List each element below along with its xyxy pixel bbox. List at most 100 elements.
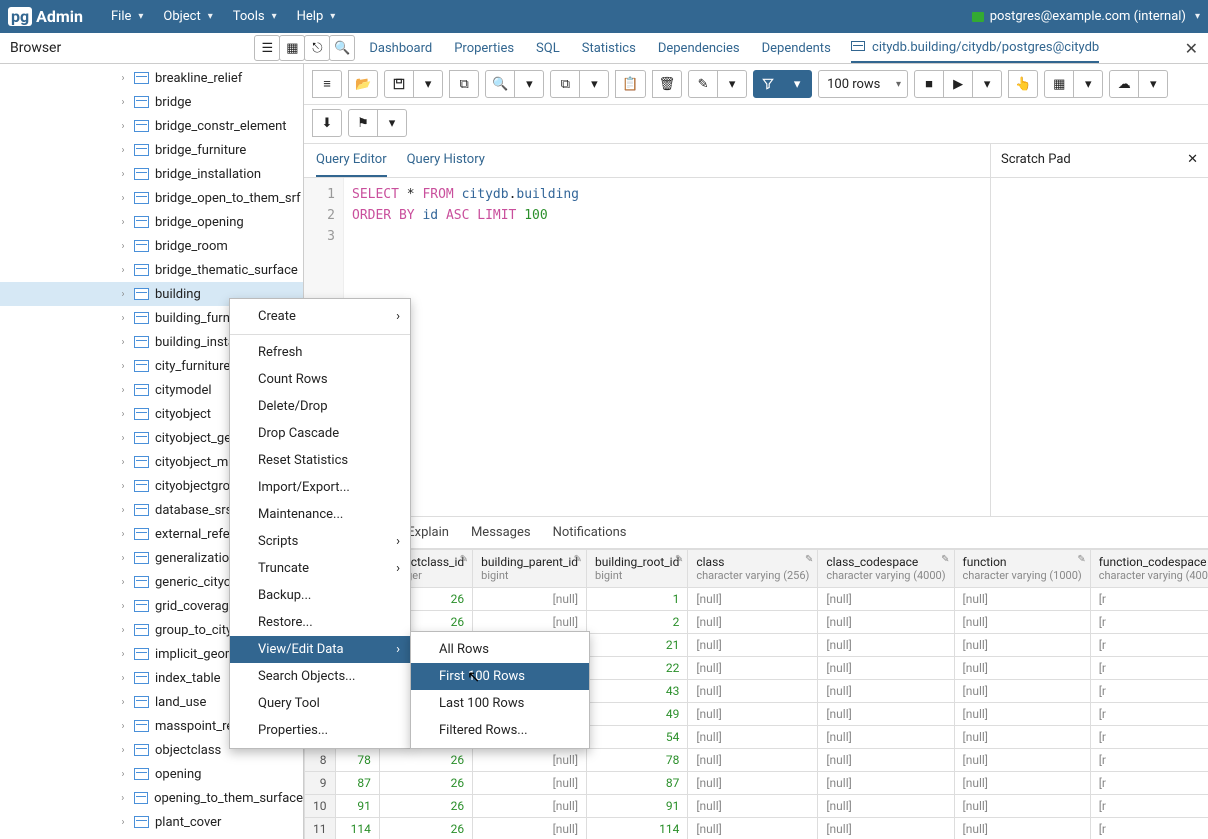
btn-save[interactable] bbox=[384, 70, 414, 98]
tab-close[interactable]: ✕ bbox=[1175, 39, 1208, 58]
tab-properties[interactable]: Properties bbox=[454, 35, 514, 62]
ctx-delete[interactable]: Delete/Drop bbox=[230, 393, 410, 420]
btn-explain[interactable]: ▦ bbox=[1044, 70, 1074, 98]
table-icon bbox=[134, 312, 149, 324]
browser-tool-search[interactable]: 🔍 bbox=[329, 35, 355, 61]
browser-tool-sql[interactable]: ⎋ bbox=[304, 35, 330, 61]
btn-find-dd[interactable]: ▾ bbox=[514, 70, 544, 98]
col-function[interactable]: function✎character varying (1000) bbox=[954, 550, 1090, 588]
btn-run[interactable]: ▶ bbox=[943, 70, 973, 98]
ctx-import[interactable]: Import/Export... bbox=[230, 474, 410, 501]
ctx-refresh[interactable]: Refresh bbox=[230, 339, 410, 366]
btn-notify-dd[interactable]: ▾ bbox=[1138, 70, 1168, 98]
browser-tools: ☰ ▦ ⎋ 🔍 bbox=[255, 35, 355, 61]
menu-file[interactable]: File bbox=[101, 3, 153, 30]
tab-statistics[interactable]: Statistics bbox=[582, 35, 636, 62]
btn-save-dd[interactable]: ▾ bbox=[413, 70, 443, 98]
ctx-restore[interactable]: Restore... bbox=[230, 609, 410, 636]
table-row[interactable]: 1126[null]1[null][null][null][r bbox=[305, 588, 1208, 611]
tab-dashboard[interactable]: Dashboard bbox=[369, 35, 432, 62]
rtab-explain[interactable]: Explain bbox=[407, 517, 449, 548]
btn-edit[interactable]: ✎ bbox=[688, 70, 718, 98]
sub-filtered[interactable]: Filtered Rows... bbox=[411, 717, 589, 744]
btn-macros-dd[interactable]: ▾ bbox=[377, 109, 407, 137]
tree-node-bridge_opening[interactable]: ›bridge_opening bbox=[0, 210, 303, 234]
ctx-scripts[interactable]: Scripts bbox=[230, 528, 410, 555]
tree-node-breakline_relief[interactable]: ›breakline_relief bbox=[0, 66, 303, 90]
btn-paste[interactable]: 📋 bbox=[615, 70, 645, 98]
sub-last-100[interactable]: Last 100 Rows bbox=[411, 690, 589, 717]
btn-edit-dd[interactable]: ▾ bbox=[717, 70, 747, 98]
tree-node-bridge_constr_element[interactable]: ›bridge_constr_element bbox=[0, 114, 303, 138]
tab-dependencies[interactable]: Dependencies bbox=[658, 35, 740, 62]
user-menu[interactable]: postgres@example.com (internal) bbox=[972, 9, 1200, 24]
ctx-create[interactable]: Create bbox=[230, 303, 410, 330]
btn-open[interactable]: 📂 bbox=[348, 70, 378, 98]
tree-node-bridge[interactable]: ›bridge bbox=[0, 90, 303, 114]
btn-commit[interactable]: 👆 bbox=[1008, 70, 1038, 98]
tree-node-bridge_open_to_them_srf[interactable]: ›bridge_open_to_them_srf bbox=[0, 186, 303, 210]
col-building_root_id[interactable]: building_root_id✎bigint bbox=[587, 550, 688, 588]
ctx-reset[interactable]: Reset Statistics bbox=[230, 447, 410, 474]
btn-copy[interactable]: ⧉ bbox=[550, 70, 580, 98]
ctx-count[interactable]: Count Rows bbox=[230, 366, 410, 393]
ctx-truncate[interactable]: Truncate bbox=[230, 555, 410, 582]
tree-label: bridge bbox=[155, 95, 191, 110]
btn-run-dd[interactable]: ▾ bbox=[972, 70, 1002, 98]
btn-filter[interactable] bbox=[753, 70, 783, 98]
table-row[interactable]: 109126[null]91[null][null][null][r bbox=[305, 795, 1208, 818]
btn-macros[interactable]: ⚑ bbox=[348, 109, 378, 137]
col-class[interactable]: class✎character varying (256) bbox=[688, 550, 818, 588]
rtab-notifications[interactable]: Notifications bbox=[553, 517, 627, 548]
tab-dependents[interactable]: Dependents bbox=[762, 35, 831, 62]
tab-active-query[interactable]: citydb.building/citydb/postgres@citydb bbox=[851, 34, 1099, 63]
browser-tool-grid[interactable]: ▦ bbox=[279, 35, 305, 61]
btn-notify[interactable]: ☁ bbox=[1109, 70, 1139, 98]
btn-delete[interactable]: 🗑 bbox=[652, 70, 683, 98]
query-toolbar: ≡ 📂 ▾ ⧉ 🔍▾ ⧉▾ 📋 🗑 ✎▾ ▾ 100 rows ■▶▾ 👆 ▦▾… bbox=[304, 64, 1208, 105]
col-class_codespace[interactable]: class_codespace✎character varying (4000) bbox=[818, 550, 954, 588]
sub-first-100[interactable]: First 100 Rows bbox=[411, 663, 589, 690]
tree-node-bridge_installation[interactable]: ›bridge_installation bbox=[0, 162, 303, 186]
rtab-messages[interactable]: Messages bbox=[471, 517, 531, 548]
btn-find[interactable]: 🔍 bbox=[485, 70, 515, 98]
table-row[interactable]: 1111426[null]114[null][null][null][r bbox=[305, 818, 1208, 839]
chevron-right-icon: › bbox=[118, 241, 128, 252]
tab-sql[interactable]: SQL bbox=[536, 35, 560, 62]
tree-node-opening[interactable]: ›opening bbox=[0, 762, 303, 786]
ctx-search[interactable]: Search Objects... bbox=[230, 663, 410, 690]
ctx-props[interactable]: Properties... bbox=[230, 717, 410, 744]
ctx-cascade[interactable]: Drop Cascade bbox=[230, 420, 410, 447]
menu-tools[interactable]: Tools bbox=[223, 3, 287, 30]
tree-node-bridge_furniture[interactable]: ›bridge_furniture bbox=[0, 138, 303, 162]
btn-editcopy[interactable]: ⧉ bbox=[449, 70, 479, 98]
table-row[interactable]: 98726[null]87[null][null][null][r bbox=[305, 772, 1208, 795]
browser-tool-1[interactable]: ☰ bbox=[254, 35, 280, 61]
btn-explain-dd[interactable]: ▾ bbox=[1073, 70, 1103, 98]
menu-help[interactable]: Help bbox=[287, 3, 346, 30]
sub-all-rows[interactable]: All Rows bbox=[411, 636, 589, 663]
btn-db[interactable]: ≡ bbox=[312, 70, 342, 98]
rows-limit-select[interactable]: 100 rows bbox=[818, 70, 908, 98]
tree-node-opening_to_them_surface[interactable]: ›opening_to_them_surface bbox=[0, 786, 303, 810]
col-function_codespace[interactable]: function_codespace✎character varying (40… bbox=[1090, 550, 1208, 588]
btn-filter-dd[interactable]: ▾ bbox=[782, 70, 812, 98]
table-icon bbox=[134, 768, 149, 780]
tab-query-history[interactable]: Query History bbox=[407, 144, 485, 177]
scratch-close[interactable]: ✕ bbox=[1187, 152, 1198, 169]
scratch-pad[interactable] bbox=[990, 178, 1208, 516]
table-row[interactable]: 87826[null]78[null][null][null][r bbox=[305, 749, 1208, 772]
btn-download[interactable]: ⬇ bbox=[312, 109, 342, 137]
tab-query-editor[interactable]: Query Editor bbox=[316, 144, 387, 177]
ctx-backup[interactable]: Backup... bbox=[230, 582, 410, 609]
btn-stop[interactable]: ■ bbox=[914, 70, 944, 98]
ctx-maint[interactable]: Maintenance... bbox=[230, 501, 410, 528]
btn-copy-dd[interactable]: ▾ bbox=[579, 70, 609, 98]
tree-node-plant_cover[interactable]: ›plant_cover bbox=[0, 810, 303, 834]
tree-node-bridge_room[interactable]: ›bridge_room bbox=[0, 234, 303, 258]
ctx-qtool[interactable]: Query Tool bbox=[230, 690, 410, 717]
menu-object[interactable]: Object bbox=[153, 3, 222, 30]
tree-node-bridge_thematic_surface[interactable]: ›bridge_thematic_surface bbox=[0, 258, 303, 282]
ctx-view-edit[interactable]: View/Edit Data bbox=[230, 636, 410, 663]
col-building_parent_id[interactable]: building_parent_id✎bigint bbox=[473, 550, 587, 588]
